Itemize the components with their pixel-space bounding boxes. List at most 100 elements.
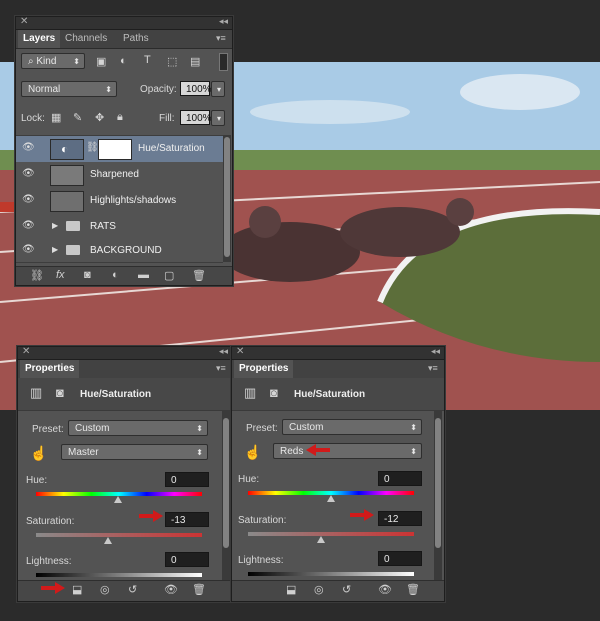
layers-scrollbar[interactable] (223, 135, 231, 262)
tab-layers[interactable]: Layers (18, 30, 61, 48)
tab-properties[interactable]: Properties (234, 360, 294, 378)
layer-group-rats[interactable]: 👁︎ ▶ RATS (16, 214, 223, 239)
close-icon[interactable]: ✕ (22, 346, 30, 357)
hue-input[interactable]: 0 (165, 472, 209, 487)
mask-icon[interactable]: ◙ (270, 385, 278, 400)
adjustment-layer-icon[interactable]: ▥ (244, 385, 256, 401)
adjustment-layer-icon[interactable]: ▥ (30, 385, 42, 401)
clip-to-layer-icon[interactable]: ⬓ (286, 583, 296, 596)
add-mask-icon[interactable]: ◙ (84, 269, 91, 281)
layer-group-background[interactable]: 👁︎ ▶ BACKGROUND (16, 238, 223, 263)
panel-titlebar[interactable]: ✕ ◂◂ (232, 346, 444, 360)
eye-icon[interactable]: 👁︎ (22, 142, 36, 153)
annotation-arrow-saturation-left (139, 510, 163, 522)
hue-slider-knob[interactable] (114, 496, 122, 503)
blend-mode-label: Normal (28, 84, 61, 95)
opacity-dropdown[interactable]: ▾ (211, 81, 225, 97)
saturation-slider[interactable] (36, 533, 202, 537)
blend-mode-select[interactable]: Normal ⬍ (21, 81, 117, 97)
layer-list: 👁︎ ◐ ⛓︎ Hue/Saturation 👁︎ Sharpened 👁︎ H… (16, 135, 223, 263)
saturation-input[interactable]: -13 (165, 512, 209, 527)
collapse-icon[interactable]: ◂◂ (219, 16, 228, 27)
trash-icon[interactable]: 🗑︎ (192, 269, 206, 282)
mask-thumbnail[interactable] (98, 139, 132, 160)
layer-hue-saturation[interactable]: 👁︎ ◐ ⛓︎ Hue/Saturation (16, 136, 223, 163)
channel-select[interactable]: Master ⬍ (61, 444, 208, 460)
hue-slider-knob[interactable] (327, 495, 335, 502)
saturation-slider-knob[interactable] (104, 537, 112, 544)
reset-icon[interactable]: ↺ (128, 583, 137, 596)
lightness-input[interactable]: 0 (378, 551, 422, 566)
scrollbar-thumb[interactable] (223, 418, 229, 548)
eye-icon[interactable]: 👁︎ (378, 583, 392, 596)
lightness-slider[interactable] (248, 572, 414, 576)
layer-name: RATS (90, 221, 116, 232)
preset-select[interactable]: Custom ⬍ (282, 419, 422, 435)
filter-toggle[interactable] (219, 53, 228, 71)
lightness-slider[interactable] (36, 573, 202, 577)
lock-transparent-icon[interactable]: ▦ (51, 111, 61, 124)
trash-icon[interactable]: 🗑︎ (406, 583, 420, 596)
link-icon[interactable]: ⛓︎ (86, 142, 99, 153)
close-icon[interactable]: ✕ (236, 346, 244, 357)
fill-dropdown[interactable]: ▾ (211, 110, 225, 126)
eye-icon[interactable]: 👁︎ (164, 583, 178, 596)
clip-to-layer-icon[interactable]: ⬓ (72, 583, 82, 596)
lock-move-icon[interactable]: ✥ (95, 111, 104, 124)
panel-titlebar[interactable]: ✕ ◂◂ (18, 346, 232, 360)
trash-icon[interactable]: 🗑︎ (192, 583, 206, 596)
channel-value: Reds (280, 446, 304, 457)
hand-target-icon[interactable]: ☝ (30, 445, 47, 462)
type-filter-icon[interactable]: T (144, 54, 151, 66)
lightness-input[interactable]: 0 (165, 552, 209, 567)
reset-icon[interactable]: ↺ (342, 583, 351, 596)
link-layers-icon[interactable]: ⛓︎ (30, 269, 44, 282)
adjustment-filter-icon[interactable]: ◐ (120, 55, 127, 67)
image-filter-icon[interactable]: ▣ (96, 55, 106, 68)
mask-icon[interactable]: ◙ (56, 385, 64, 400)
lock-all-icon[interactable]: 🔒︎ (117, 111, 123, 124)
panel-menu-icon[interactable]: ▾≡ (216, 33, 226, 43)
saturation-slider[interactable] (248, 532, 414, 536)
properties-scrollbar[interactable] (222, 410, 230, 580)
fill-input[interactable]: 100% (180, 110, 212, 125)
view-previous-icon[interactable]: ◎ (100, 583, 110, 596)
expand-triangle-icon[interactable]: ▶ (52, 245, 58, 254)
collapse-icon[interactable]: ◂◂ (219, 346, 228, 357)
layer-highlights-shadows[interactable]: 👁︎ Highlights/shadows (16, 188, 223, 215)
tab-paths[interactable]: Paths (118, 30, 154, 48)
panel-titlebar[interactable]: ✕ ◂◂ (16, 16, 232, 30)
eye-icon[interactable]: 👁︎ (22, 244, 36, 255)
hand-target-icon[interactable]: ☝ (244, 444, 261, 461)
filter-kind-select[interactable]: ⌕ Kind ⬍ (21, 53, 85, 69)
scrollbar-thumb[interactable] (224, 137, 230, 257)
eye-icon[interactable]: 👁︎ (22, 194, 36, 205)
filter-kind-label: Kind (36, 56, 57, 67)
eye-icon[interactable]: 👁︎ (22, 220, 36, 231)
panel-menu-icon[interactable]: ▾≡ (216, 363, 226, 373)
layer-sharpened[interactable]: 👁︎ Sharpened (16, 162, 223, 189)
new-group-icon[interactable]: ▬ (138, 269, 149, 281)
collapse-icon[interactable]: ◂◂ (431, 346, 440, 357)
fx-icon[interactable]: fx (56, 269, 65, 281)
scrollbar-thumb[interactable] (435, 418, 441, 548)
preset-select[interactable]: Custom ⬍ (68, 420, 208, 436)
opacity-input[interactable]: 100% (180, 81, 212, 96)
hue-input[interactable]: 0 (378, 471, 422, 486)
smart-object-filter-icon[interactable]: ▤ (190, 55, 200, 68)
saturation-slider-knob[interactable] (317, 536, 325, 543)
expand-triangle-icon[interactable]: ▶ (52, 221, 58, 230)
shape-filter-icon[interactable]: ⬚ (167, 55, 177, 68)
tab-channels[interactable]: Channels (60, 30, 112, 48)
lock-paint-icon[interactable]: ✎ (73, 111, 82, 124)
channel-select[interactable]: Reds ⬍ (273, 443, 422, 459)
tab-properties[interactable]: Properties (20, 360, 80, 378)
new-adjustment-icon[interactable]: ◐ (112, 269, 119, 281)
panel-menu-icon[interactable]: ▾≡ (428, 363, 438, 373)
view-previous-icon[interactable]: ◎ (314, 583, 324, 596)
eye-icon[interactable]: 👁︎ (22, 168, 36, 179)
new-layer-icon[interactable]: ▢ (164, 269, 174, 282)
saturation-input[interactable]: -12 (378, 511, 422, 526)
properties-scrollbar[interactable] (434, 410, 442, 580)
close-icon[interactable]: ✕ (20, 16, 28, 27)
